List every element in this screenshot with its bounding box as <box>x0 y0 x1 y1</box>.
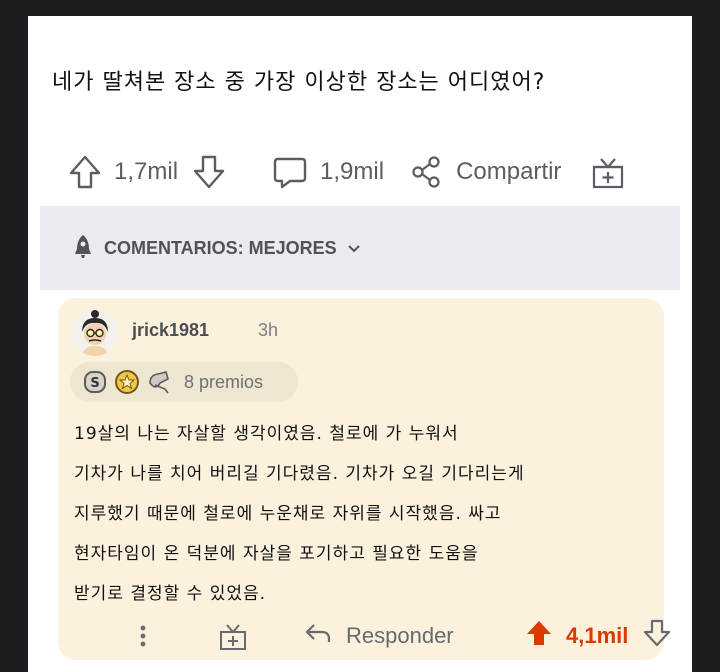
award-button[interactable] <box>591 154 625 190</box>
comment-actions-bar: Responder 4,1mil <box>58 616 671 656</box>
svg-text:S: S <box>90 376 99 391</box>
comment-body: 19살의 나는 자살할 생각이였음. 철로에 가 누워서 기차가 나를 치어 버… <box>74 414 654 614</box>
comment-score: 4,1mil <box>566 623 629 648</box>
comment-text-line: 지루했기 때문에 철로에 누운채로 자위를 시작했음. 싸고 <box>74 504 502 524</box>
more-options-icon[interactable] <box>138 616 148 656</box>
comment-gift-icon[interactable] <box>218 616 248 656</box>
comments-button[interactable]: 1,9mil <box>272 155 384 189</box>
comment-timestamp: 3h <box>258 320 279 340</box>
reply-label: Responder <box>346 623 454 648</box>
helpful-award-icon <box>146 369 172 395</box>
downvote-icon[interactable] <box>192 154 226 190</box>
share-label: Compartir <box>456 158 562 185</box>
awards-count: 8 premios <box>184 371 264 392</box>
comment-card: jrick1981 3h S 8 premios 19살의 나는 자살할 생각이… <box>58 298 671 660</box>
post-actions-bar: 1,7mil 1,9mil Compartir <box>68 152 668 192</box>
comment-sort-selector[interactable]: COMENTARIOS: MEJORES <box>40 206 680 290</box>
upvote-group: 1,7mil <box>68 154 226 190</box>
comment-text-line: 현자타임이 온 덕분에 자살을 포기하고 필요한 도움을 <box>74 544 479 564</box>
share-icon <box>410 155 444 189</box>
upvote-active-icon[interactable] <box>524 618 554 654</box>
rocket-icon <box>70 233 96 264</box>
comment-text-line: 19살의 나는 자살할 생각이였음. 철로에 가 누워서 <box>74 424 459 444</box>
comment-username[interactable]: jrick1981 <box>132 320 209 341</box>
silver-award-icon: S <box>82 369 108 395</box>
reply-button[interactable]: Responder <box>304 616 454 656</box>
sort-label: COMENTARIOS: MEJORES <box>104 237 337 258</box>
awards-badge[interactable]: S 8 premios <box>70 362 298 402</box>
upvote-icon[interactable] <box>68 154 102 190</box>
app-screen: 네가 딸쳐본 장소 중 가장 이상한 장소는 어디였어? 1,7mil 1,9m… <box>28 16 692 672</box>
gold-award-icon <box>114 369 140 395</box>
comment-downvote-icon[interactable] <box>642 618 672 654</box>
chevron-down-icon <box>347 238 361 259</box>
share-button[interactable]: Compartir <box>410 155 561 189</box>
comment-text-line: 기차가 나를 치어 버리길 기다렸음. 기차가 오길 기다리는게 <box>74 464 525 484</box>
comment-bubble-icon <box>272 155 308 189</box>
avatar[interactable] <box>72 310 118 356</box>
comment-count: 1,9mil <box>320 158 385 185</box>
reply-icon <box>304 621 332 651</box>
comment-vote-group: 4,1mil <box>524 616 672 656</box>
post-title: 네가 딸쳐본 장소 중 가장 이상한 장소는 어디였어? <box>52 70 546 95</box>
comment-text-line: 받기로 결정할 수 있었음. <box>74 584 267 604</box>
upvote-count: 1,7mil <box>114 158 179 185</box>
gift-icon <box>591 154 625 190</box>
